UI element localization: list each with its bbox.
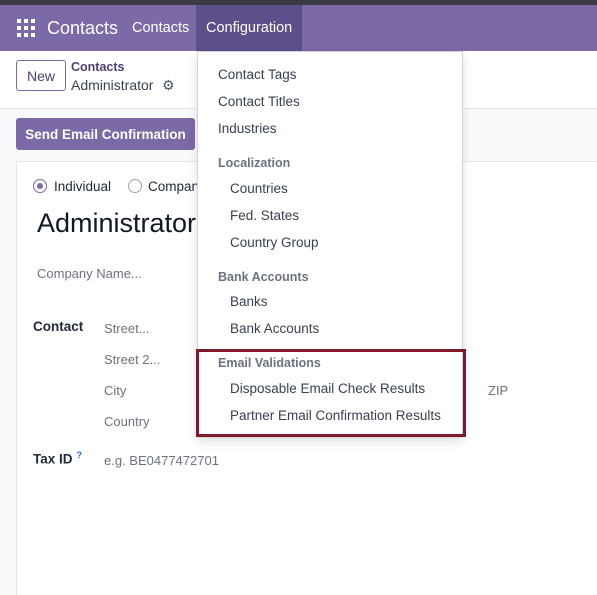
radio-company[interactable] [128,179,142,193]
contact-name-field[interactable]: Administrator [37,208,196,239]
menu-item-fed-states[interactable]: Fed. States [230,208,299,223]
tax-id-label-text: Tax ID [33,451,73,467]
radio-company-label[interactable]: Compan [148,179,199,194]
street-field[interactable]: Street... [104,321,150,336]
menu-item-contact-tags[interactable]: Contact Tags [218,67,297,82]
breadcrumb-parent[interactable]: Contacts [71,60,124,74]
menu-item-industries[interactable]: Industries [218,121,277,136]
menu-item-country-group[interactable]: Country Group [230,235,319,250]
city-field[interactable]: City [104,383,126,398]
apps-grid-icon[interactable] [17,19,35,37]
nav-item-configuration[interactable]: Configuration [196,5,303,51]
street2-field[interactable]: Street 2... [104,352,160,367]
menu-header-bank-accounts: Bank Accounts [218,270,309,284]
company-name-field[interactable]: Company Name... [37,266,142,281]
tax-id-field[interactable]: e.g. BE0477472701 [104,453,219,468]
nav-app-name[interactable]: Contacts [47,18,118,39]
menu-item-bank-accounts[interactable]: Bank Accounts [230,321,319,336]
radio-individual-label[interactable]: Individual [54,179,111,194]
menu-item-countries[interactable]: Countries [230,181,288,196]
send-email-confirmation-button[interactable]: Send Email Confirmation [16,118,195,150]
highlight-annotation-box [196,349,466,437]
nav-item-contacts[interactable]: Contacts [132,20,189,36]
top-navbar: Contacts Contacts Configuration [0,5,597,51]
contact-label: Contact [33,319,84,334]
menu-item-contact-titles[interactable]: Contact Titles [218,94,300,109]
breadcrumb-current: Administrator [71,77,154,93]
tax-id-label: Tax ID? [33,450,82,467]
country-field[interactable]: Country [104,414,150,429]
menu-item-banks[interactable]: Banks [230,294,268,309]
new-button[interactable]: New [16,60,66,91]
zip-field[interactable]: ZIP [488,383,508,398]
radio-individual[interactable] [33,179,47,193]
help-icon[interactable]: ? [77,450,83,460]
menu-header-localization: Localization [218,156,291,170]
gear-icon[interactable]: ⚙ [162,77,175,94]
